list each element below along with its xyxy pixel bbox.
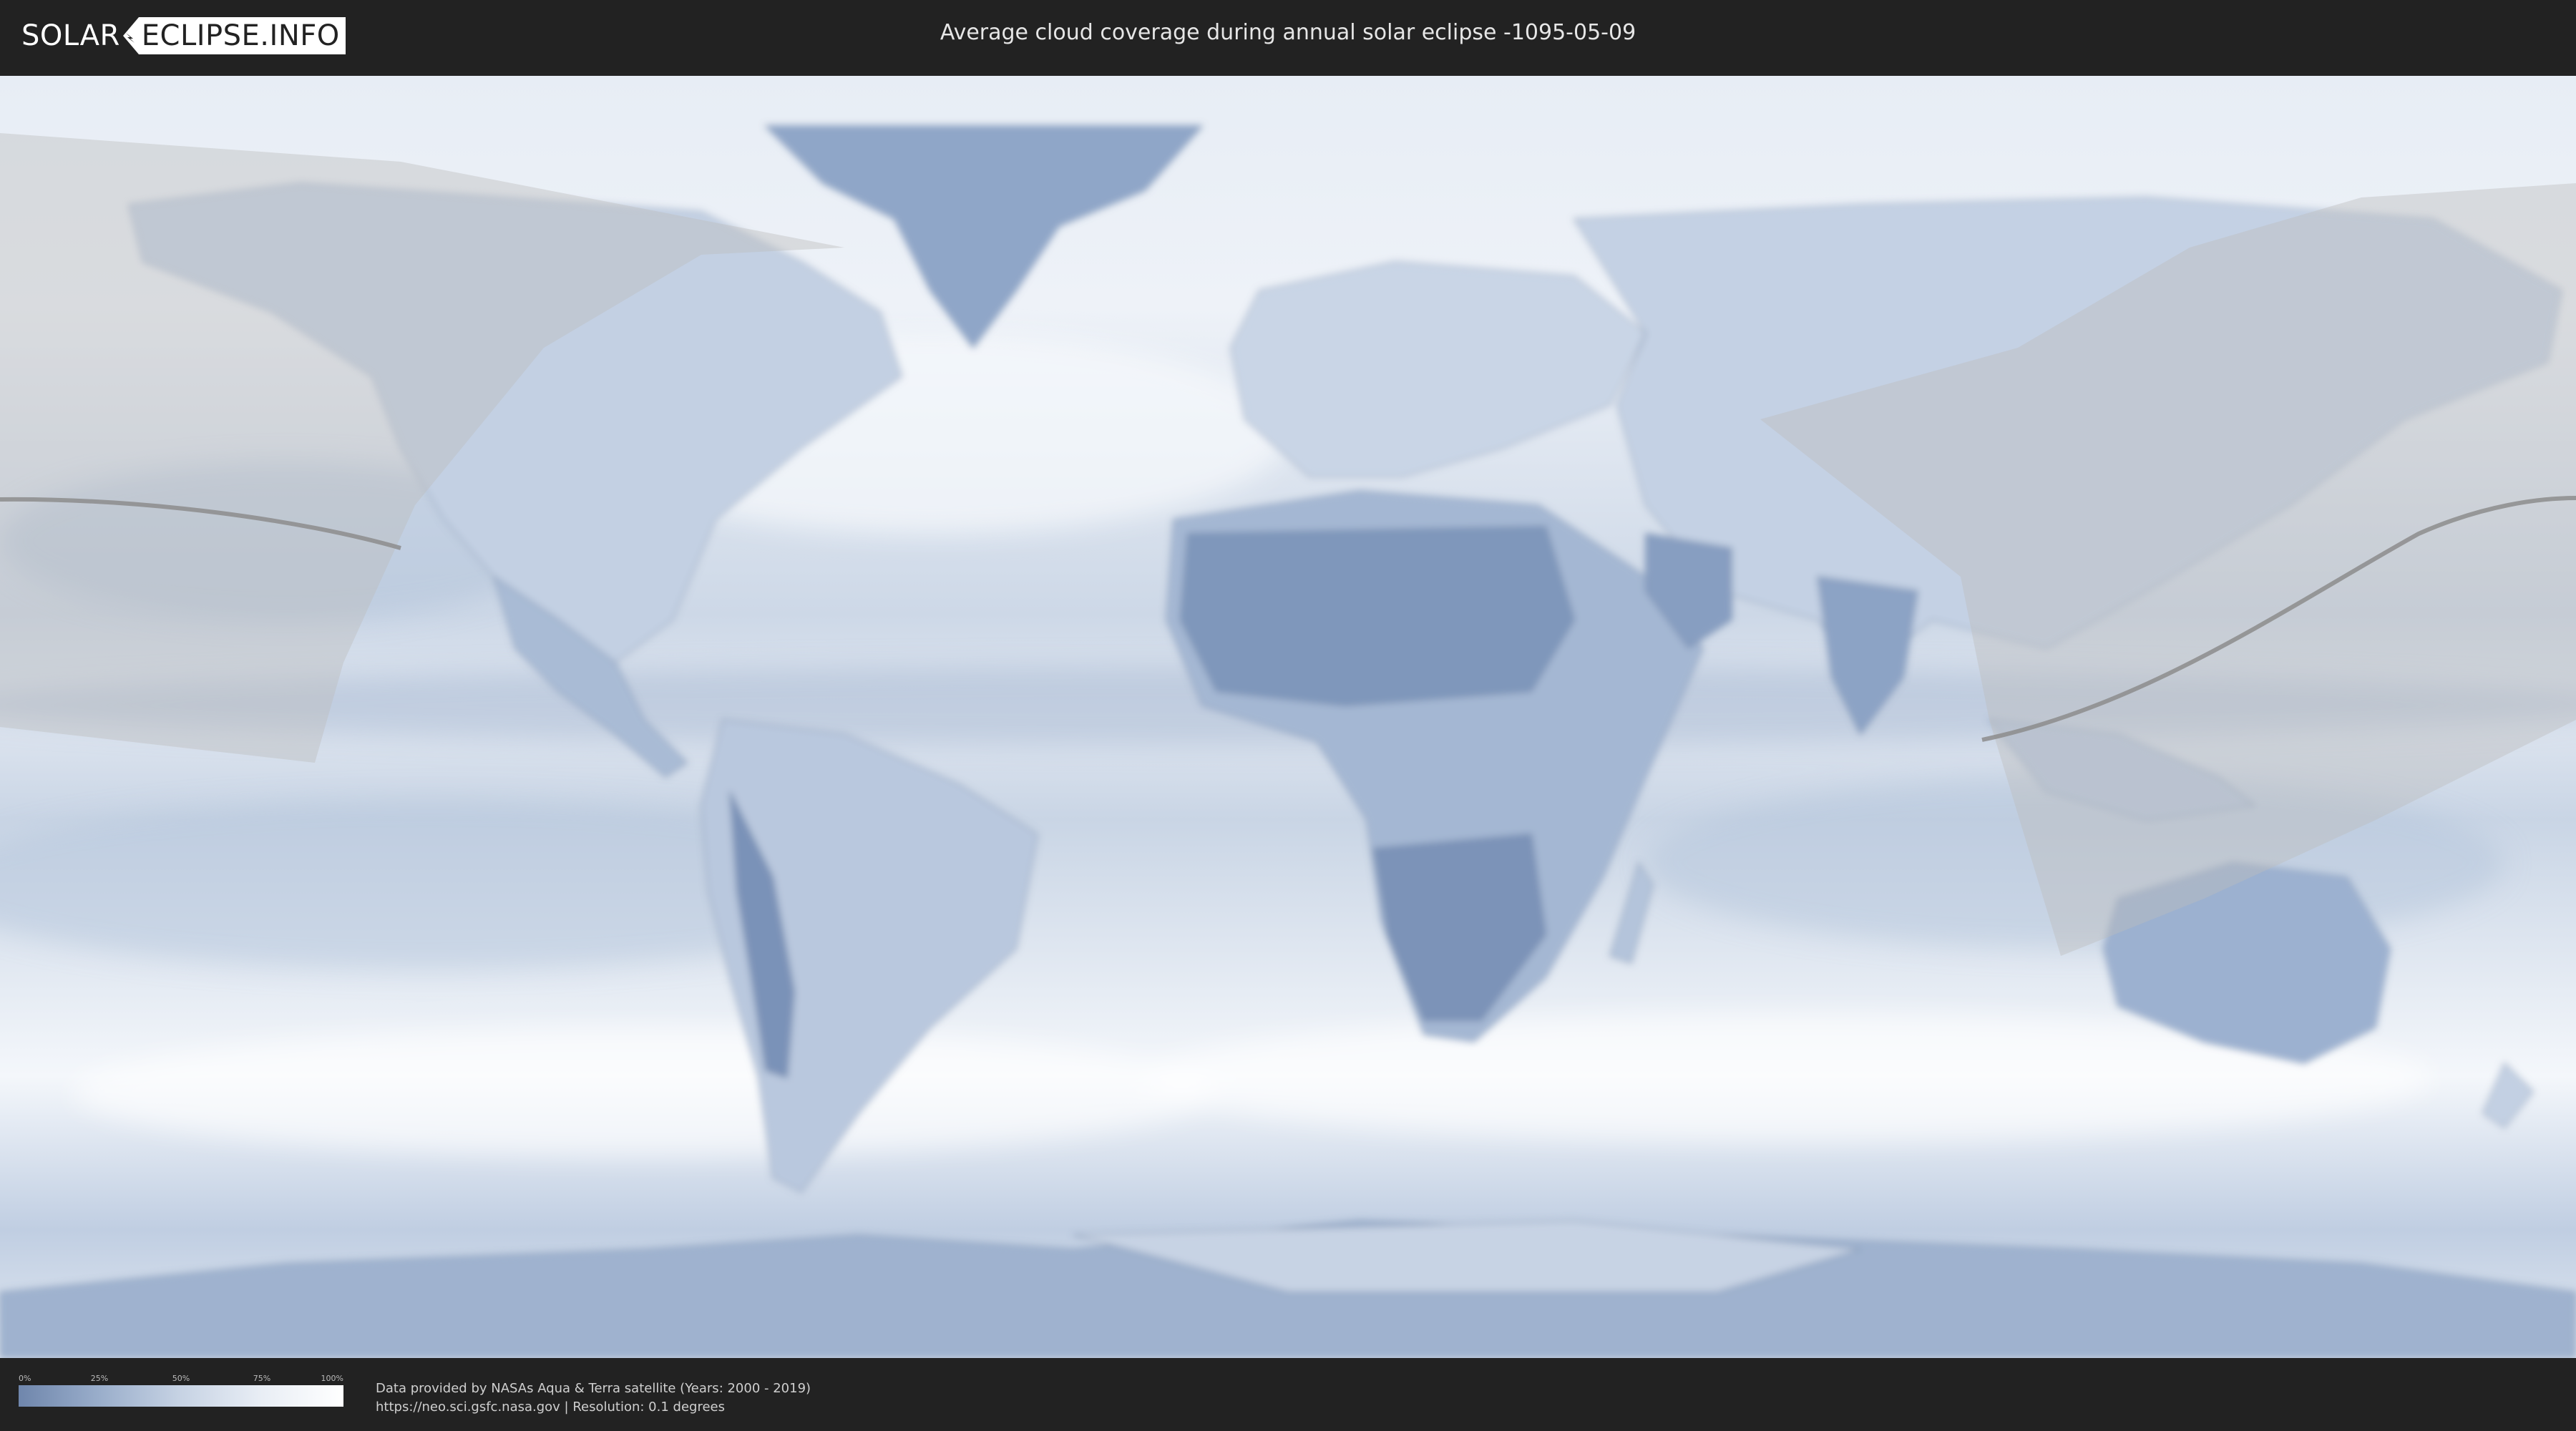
legend-tick-100: 100% bbox=[321, 1374, 343, 1383]
footer-bar: 0% 25% 50% 75% 100% Data provided by NAS… bbox=[0, 1358, 2576, 1431]
header-bar: SOLAR ECLIPSE.INFO Average cloud coverag… bbox=[0, 0, 2576, 72]
page-title: Average cloud coverage during annual sol… bbox=[940, 20, 1636, 45]
cloud-coverage-legend: 0% 25% 50% 75% 100% bbox=[19, 1374, 343, 1407]
legend-color-bar bbox=[19, 1385, 343, 1407]
data-credits: Data provided by NASAs Aqua & Terra sate… bbox=[376, 1379, 811, 1417]
legend-tick-25: 25% bbox=[90, 1374, 109, 1383]
legend-tick-75: 75% bbox=[253, 1374, 271, 1383]
cloud-coverage-map[interactable] bbox=[0, 76, 2576, 1358]
credits-line-url[interactable]: https://neo.sci.gsfc.nasa.gov | Resoluti… bbox=[376, 1398, 811, 1417]
page: SOLAR ECLIPSE.INFO Average cloud coverag… bbox=[0, 0, 2576, 1431]
legend-tick-50: 50% bbox=[172, 1374, 190, 1383]
world-map bbox=[0, 76, 2576, 1358]
credits-line-source: Data provided by NASAs Aqua & Terra sate… bbox=[376, 1381, 811, 1396]
legend-tick-labels: 0% 25% 50% 75% 100% bbox=[19, 1374, 343, 1385]
legend-tick-0: 0% bbox=[19, 1374, 31, 1383]
